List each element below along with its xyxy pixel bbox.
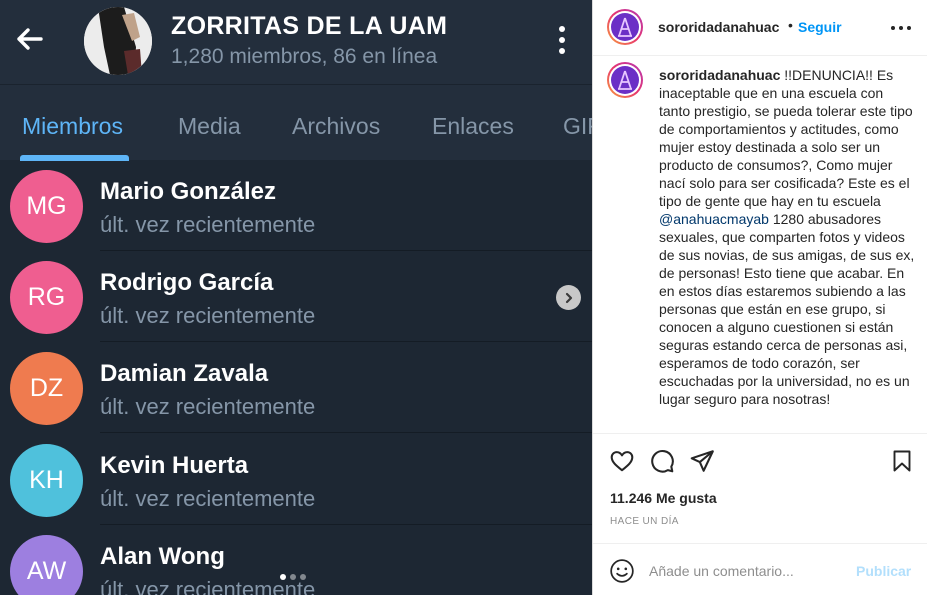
telegram-panel: ZORRITAS DE LA UAM 1,280 miembros, 86 en… bbox=[0, 0, 592, 595]
post-actions: 11.246 Me gusta HACE UN DÍA bbox=[593, 433, 927, 543]
comment-icon bbox=[651, 450, 674, 473]
anahuac-logo-icon bbox=[618, 70, 632, 90]
group-title: ZORRITAS DE LA UAM bbox=[171, 12, 448, 40]
member-status: últ. vez recientemente bbox=[100, 303, 316, 328]
anahuac-logo-icon bbox=[618, 17, 632, 37]
separator-dot: • bbox=[788, 17, 793, 33]
avatar: AW bbox=[10, 535, 83, 595]
group-subtitle: 1,280 miembros, 86 en línea bbox=[171, 45, 438, 68]
post-header: sororidadanahuac • Seguir bbox=[593, 0, 927, 56]
avatar: DZ bbox=[10, 352, 83, 425]
save-button[interactable] bbox=[890, 448, 918, 476]
instagram-panel: sororidadanahuac • Seguir sororidadanahu… bbox=[592, 0, 927, 595]
carousel-dots bbox=[280, 574, 306, 580]
member-status: últ. vez recientemente bbox=[100, 486, 316, 511]
caption-text: !!DENUNCIA!! Es inaceptable que en una e… bbox=[659, 67, 913, 209]
telegram-tabs: Miembros Media Archivos Enlaces GIFs bbox=[0, 84, 592, 161]
member-name: Kevin Huerta bbox=[100, 452, 249, 479]
post-caption: sororidadanahuac !!DENUNCIA!! Es inacept… bbox=[659, 66, 917, 408]
arrow-left-icon bbox=[17, 28, 43, 50]
telegram-header: ZORRITAS DE LA UAM 1,280 miembros, 86 en… bbox=[0, 0, 592, 84]
tab-members[interactable]: Miembros bbox=[22, 113, 123, 140]
back-button[interactable] bbox=[10, 20, 48, 58]
bookmark-icon bbox=[893, 450, 911, 472]
more-vertical-icon[interactable] bbox=[550, 20, 574, 60]
emoji-button[interactable] bbox=[609, 558, 635, 584]
divider bbox=[100, 432, 592, 433]
member-name: Alan Wong bbox=[100, 543, 225, 570]
comment-button[interactable] bbox=[649, 448, 677, 476]
comment-input[interactable] bbox=[649, 558, 849, 584]
post-username[interactable]: sororidadanahuac bbox=[658, 19, 779, 35]
carousel-dot bbox=[280, 574, 286, 580]
follow-button[interactable]: Seguir bbox=[798, 19, 842, 35]
avatar[interactable] bbox=[607, 9, 643, 45]
member-status: últ. vez recientemente bbox=[100, 212, 316, 237]
caption-avatar[interactable] bbox=[607, 62, 643, 98]
like-button[interactable] bbox=[609, 448, 637, 476]
carousel-dot bbox=[290, 574, 296, 580]
member-name: Damian Zavala bbox=[100, 360, 269, 387]
like-count[interactable]: 11.246 Me gusta bbox=[610, 490, 717, 506]
group-avatar[interactable] bbox=[84, 7, 152, 75]
next-slide-button[interactable] bbox=[556, 285, 581, 310]
group-avatar-image bbox=[84, 7, 152, 75]
emoji-icon bbox=[610, 559, 634, 583]
mention-link[interactable]: @anahuacmayab bbox=[659, 211, 769, 227]
avatar: RG bbox=[10, 261, 83, 334]
post-timestamp[interactable]: HACE UN DÍA bbox=[610, 516, 679, 527]
tab-files[interactable]: Archivos bbox=[292, 113, 380, 140]
send-icon bbox=[690, 450, 714, 472]
member-row[interactable]: RG Rodrigo García últ. vez recientemente bbox=[0, 251, 592, 342]
carousel-dot bbox=[300, 574, 306, 580]
member-status: últ. vez recientemente bbox=[100, 394, 316, 419]
member-row[interactable]: AW Alan Wong últ. vez recientemente bbox=[0, 525, 592, 595]
share-button[interactable] bbox=[689, 448, 717, 476]
publish-button[interactable]: Publicar bbox=[856, 563, 911, 579]
chevron-right-icon bbox=[565, 292, 572, 303]
member-row[interactable]: DZ Damian Zavala últ. vez recientemente bbox=[0, 342, 592, 433]
member-name: Rodrigo García bbox=[100, 269, 274, 296]
tab-links[interactable]: Enlaces bbox=[432, 113, 514, 140]
more-horizontal-icon[interactable] bbox=[891, 18, 911, 38]
tab-media[interactable]: Media bbox=[178, 113, 241, 140]
member-name: Mario González bbox=[100, 178, 277, 205]
avatar: KH bbox=[10, 444, 83, 517]
member-row[interactable]: MG Mario González últ. vez recientemente bbox=[0, 160, 592, 251]
comment-bar: Publicar bbox=[593, 543, 927, 595]
tab-gifs[interactable]: GIFs bbox=[563, 113, 592, 140]
member-row[interactable]: KH Kevin Huerta últ. vez recientemente bbox=[0, 434, 592, 525]
heart-icon bbox=[610, 451, 634, 472]
caption-username[interactable]: sororidadanahuac bbox=[659, 67, 780, 83]
caption-text-continued: 1280 abusadores sexuales, que comparten … bbox=[659, 211, 915, 407]
avatar: MG bbox=[10, 170, 83, 243]
